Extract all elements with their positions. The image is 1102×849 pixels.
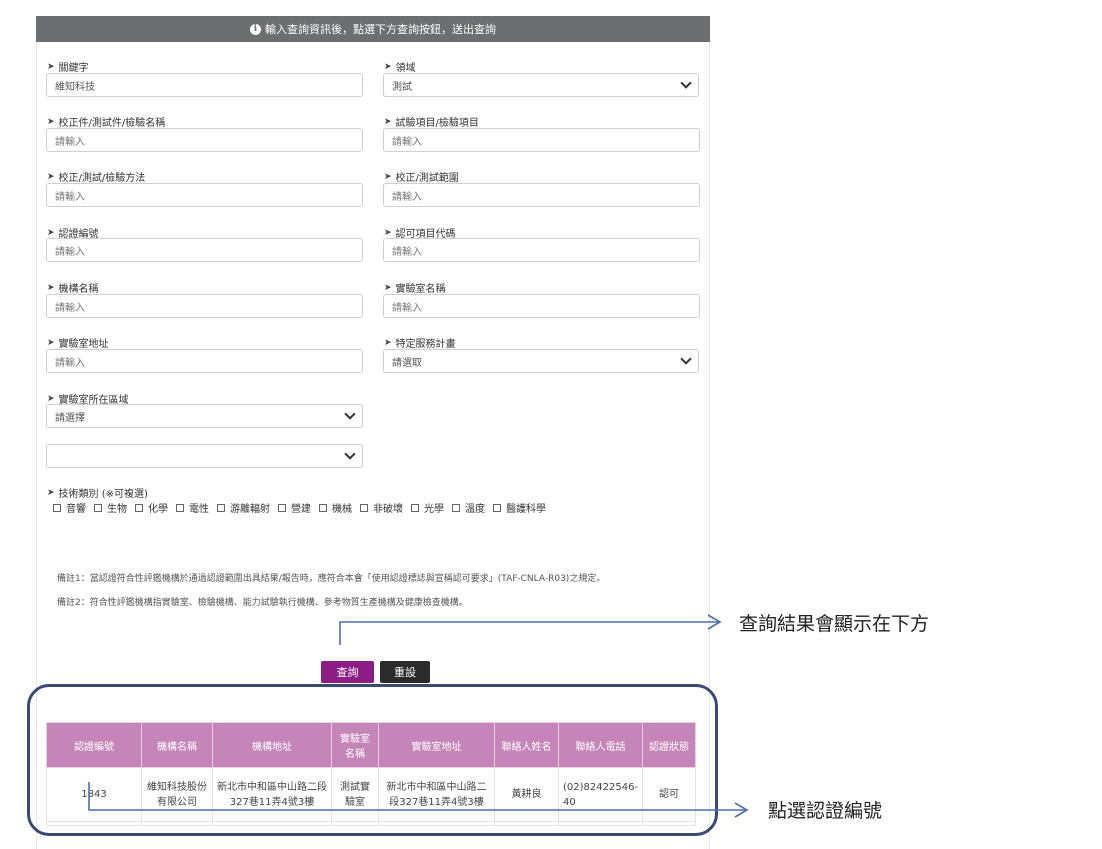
checkbox[interactable] bbox=[452, 503, 460, 512]
checkbox[interactable] bbox=[135, 503, 143, 512]
reset-button[interactable]: 重設 bbox=[380, 661, 430, 683]
tech-category-label: ➤ 技術類別 (※可複選) bbox=[47, 487, 148, 501]
approval-code-input[interactable]: 請輸入 bbox=[383, 238, 700, 262]
arrow-right-icon: ➤ bbox=[384, 171, 392, 182]
org-name-input[interactable]: 請輸入 bbox=[46, 294, 363, 318]
arrow-right-icon: ➤ bbox=[47, 337, 55, 348]
note-1: 備註1：當認證符合性評鑑機構於通過認證範圍出具結果/報告時，應符合本會「使用認證… bbox=[57, 574, 606, 584]
checkbox[interactable] bbox=[217, 503, 225, 512]
keyword-label: ➤ 關鍵字 bbox=[47, 61, 89, 75]
domain-label: ➤ 領域 bbox=[384, 61, 416, 75]
checkbox[interactable] bbox=[278, 503, 286, 512]
arrow-right-icon: ➤ bbox=[47, 61, 55, 72]
test-item-label: ➤ 試驗項目/檢驗項目 bbox=[384, 116, 479, 130]
instruction-text: 輸入查詢資訊後，點選下方查詢按鈕，送出查詢 bbox=[265, 23, 496, 36]
arrow-right-icon: ➤ bbox=[47, 487, 55, 498]
checkbox[interactable] bbox=[493, 503, 501, 512]
tech-option[interactable]: 醫護科學 bbox=[493, 500, 546, 515]
lab-address-label: ➤ 實驗室地址 bbox=[47, 337, 109, 351]
method-label: ➤ 校正/測試/檢驗方法 bbox=[47, 171, 146, 185]
lab-name-label: ➤ 實驗室名稱 bbox=[384, 282, 446, 296]
annotation-click-cert: 點選認證編號 bbox=[768, 800, 883, 822]
arrow-right-icon: ➤ bbox=[384, 282, 392, 293]
note-2: 備註2：符合性評鑑機構指實驗室、檢驗機構、能力試驗執行機構、參考物質生產機構及健… bbox=[57, 598, 468, 608]
tech-option[interactable]: 非破壞 bbox=[360, 500, 403, 515]
special-plan-label: ➤ 特定服務計畫 bbox=[384, 337, 456, 351]
checkbox[interactable] bbox=[94, 503, 102, 512]
tech-option[interactable]: 光學 bbox=[411, 500, 444, 515]
checkbox[interactable] bbox=[319, 503, 327, 512]
tech-option[interactable]: 游離輻射 bbox=[217, 500, 270, 515]
sub-region-select[interactable] bbox=[46, 444, 363, 468]
lab-region-select[interactable]: 請選擇 bbox=[46, 404, 363, 428]
arrow-right-icon: ➤ bbox=[384, 227, 392, 238]
arrow-right-icon: ➤ bbox=[47, 116, 55, 127]
query-button[interactable]: 查詢 bbox=[321, 661, 374, 683]
arrow-right-icon: ➤ bbox=[47, 171, 55, 182]
arrow-right-icon: ➤ bbox=[47, 227, 55, 238]
tech-option[interactable]: 機械 bbox=[319, 500, 352, 515]
info-icon: i bbox=[250, 23, 261, 35]
tech-option[interactable]: 音響 bbox=[53, 500, 86, 515]
annotation-results-below: 查詢結果會顯示在下方 bbox=[739, 613, 930, 635]
lab-address-input[interactable]: 請輸入 bbox=[46, 349, 363, 373]
checkbox[interactable] bbox=[176, 503, 184, 512]
arrow-right-icon: ➤ bbox=[384, 61, 392, 72]
arrow-right-icon: ➤ bbox=[47, 393, 55, 404]
cert-no-input[interactable]: 請輸入 bbox=[46, 238, 363, 262]
range-input[interactable]: 請輸入 bbox=[383, 183, 700, 207]
method-input[interactable]: 請輸入 bbox=[46, 183, 363, 207]
org-name-label: ➤ 機構名稱 bbox=[47, 282, 99, 296]
arrow-right-icon: ➤ bbox=[384, 337, 392, 348]
range-label: ➤ 校正/測試範圍 bbox=[384, 171, 459, 185]
item-name-input[interactable]: 請輸入 bbox=[46, 128, 363, 152]
checkbox[interactable] bbox=[411, 503, 419, 512]
tech-category-checkboxes: 音響 生物 化學 電性 游離輻射 營建 機械 非破壞 光學 溫度 醫護科學 bbox=[53, 500, 546, 515]
checkbox[interactable] bbox=[53, 503, 61, 512]
chevron-down-icon bbox=[344, 408, 356, 420]
chevron-down-icon bbox=[680, 353, 692, 365]
arrow-right-icon: ➤ bbox=[47, 282, 55, 293]
instruction-header: i 輸入查詢資訊後，點選下方查詢按鈕，送出查詢 bbox=[36, 16, 710, 42]
chevron-down-icon bbox=[680, 77, 692, 89]
domain-select[interactable]: 測試 bbox=[383, 73, 699, 97]
checkbox[interactable] bbox=[360, 503, 368, 512]
test-item-input[interactable]: 請輸入 bbox=[383, 128, 700, 152]
tech-option[interactable]: 溫度 bbox=[452, 500, 485, 515]
arrow-right-icon: ➤ bbox=[384, 116, 392, 127]
tech-option[interactable]: 營建 bbox=[278, 500, 311, 515]
tech-option[interactable]: 化學 bbox=[135, 500, 168, 515]
click-cert-arrowhead bbox=[734, 802, 749, 818]
results-highlight-outline bbox=[27, 684, 718, 836]
chevron-down-icon bbox=[344, 448, 356, 460]
tech-option[interactable]: 生物 bbox=[94, 500, 127, 515]
item-name-label: ➤ 校正件/測試件/檢驗名稱 bbox=[47, 116, 166, 130]
keyword-input[interactable]: 維知科技 bbox=[46, 73, 363, 97]
tech-option[interactable]: 電性 bbox=[176, 500, 209, 515]
special-plan-select[interactable]: 請選取 bbox=[383, 349, 699, 373]
lab-name-input[interactable]: 請輸入 bbox=[383, 294, 700, 318]
